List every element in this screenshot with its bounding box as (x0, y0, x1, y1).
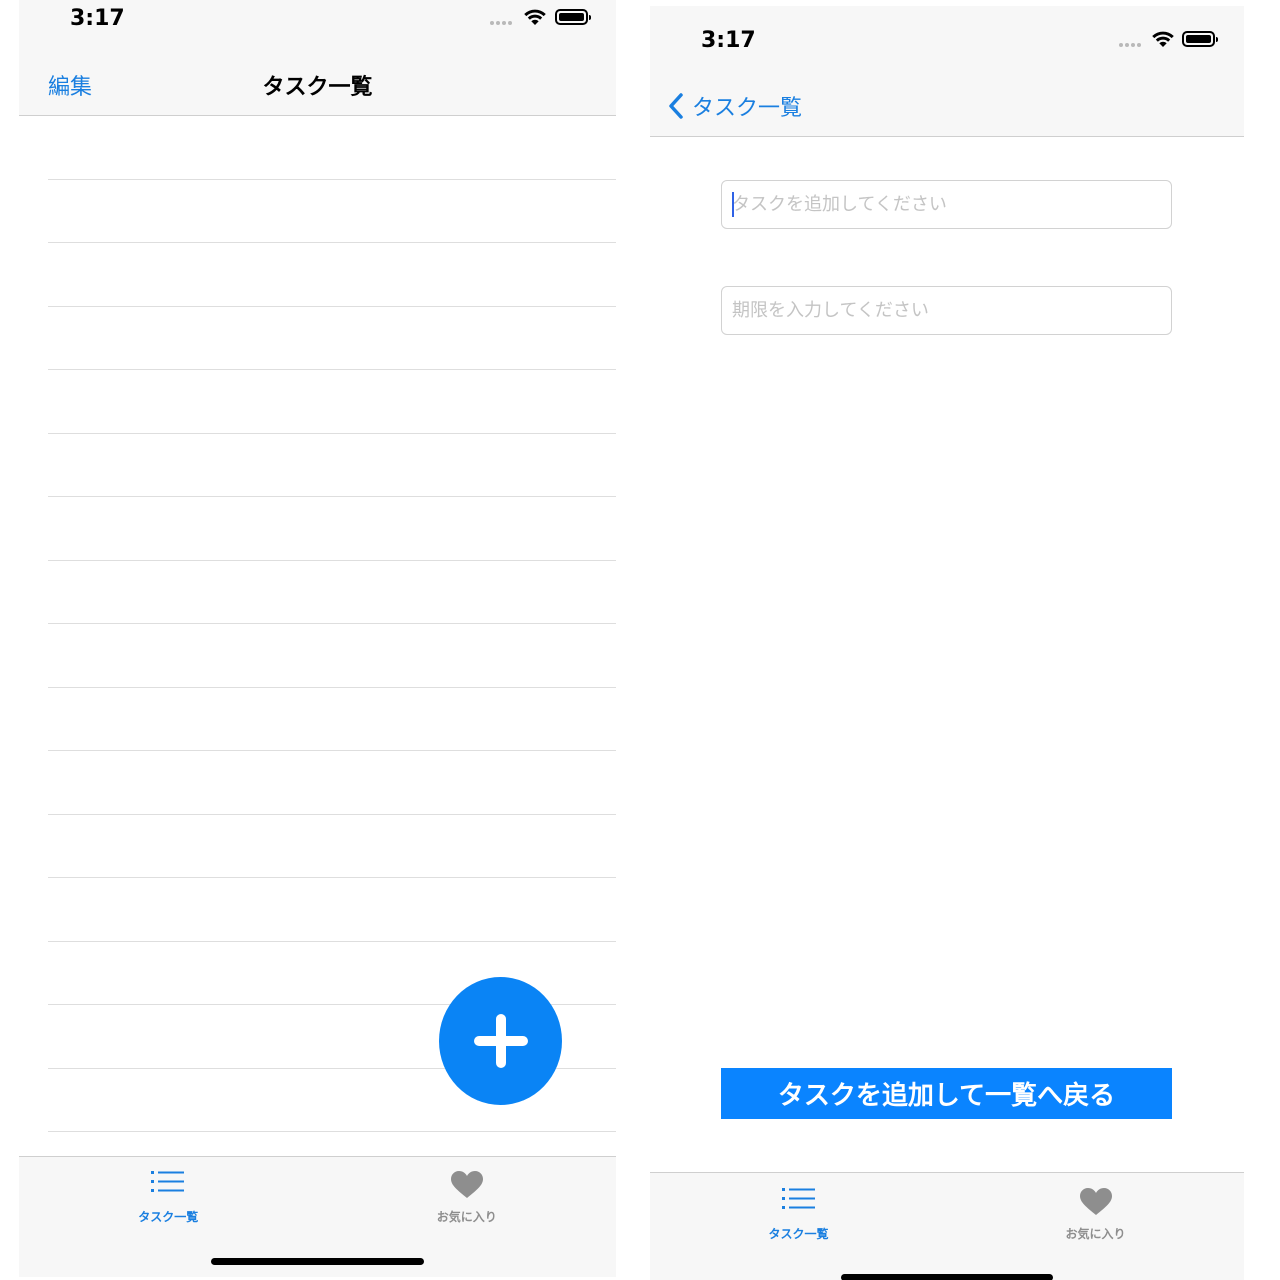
wifi-icon (524, 9, 546, 25)
battery-icon (1182, 31, 1218, 47)
table-row[interactable] (48, 815, 616, 878)
wifi-icon (1152, 31, 1174, 47)
heart-icon (450, 1171, 483, 1198)
add-task-screen: 3:17 タスク一覧 タスクを追加して一覧へ戻る タスク一覧 (650, 6, 1244, 1280)
tab-bar: タスク一覧 お気に入り (650, 1172, 1244, 1280)
cellular-signal-icon (1119, 43, 1141, 47)
tab-label: タスク一覧 (138, 1210, 199, 1224)
home-indicator (841, 1274, 1053, 1280)
task-list-screen: 3:17 編集 タスク一覧 タスク一覧 お気に入り (19, 0, 616, 1277)
table-row[interactable] (48, 561, 616, 624)
tab-favorites[interactable]: お気に入り (947, 1173, 1244, 1280)
list-icon (781, 1188, 815, 1209)
plus-icon (473, 1014, 528, 1068)
table-row[interactable] (48, 243, 616, 307)
table-row[interactable] (48, 497, 616, 561)
add-task-submit-button[interactable]: タスクを追加して一覧へ戻る (721, 1068, 1172, 1119)
battery-icon (555, 9, 591, 25)
table-row[interactable] (48, 624, 616, 688)
task-input[interactable] (721, 180, 1172, 229)
navigation-bar: タスク一覧 (650, 72, 1244, 137)
tab-bar: タスク一覧 お気に入り (19, 1156, 616, 1277)
back-button-label: タスク一覧 (692, 96, 803, 121)
tab-label: タスク一覧 (768, 1227, 829, 1241)
text-cursor (732, 192, 734, 217)
back-button[interactable]: タスク一覧 (668, 90, 802, 122)
add-task-button[interactable] (439, 977, 562, 1105)
table-row[interactable] (48, 688, 616, 751)
table-row[interactable] (48, 878, 616, 942)
table-row[interactable] (48, 307, 616, 370)
tab-label: お気に入り (1065, 1227, 1126, 1241)
heart-icon (1079, 1188, 1112, 1215)
table-row[interactable] (48, 370, 616, 434)
table-row[interactable] (48, 434, 616, 497)
table-row[interactable] (48, 116, 616, 180)
navigation-bar: 編集 タスク一覧 (19, 52, 616, 116)
status-time: 3:17 (70, 6, 125, 31)
tab-label: お気に入り (436, 1210, 497, 1224)
home-indicator (211, 1258, 424, 1265)
cellular-signal-icon (490, 21, 512, 25)
tab-task-list[interactable]: タスク一覧 (650, 1173, 947, 1280)
table-row[interactable] (48, 751, 616, 815)
chevron-left-icon (669, 93, 683, 119)
status-bar: 3:17 (650, 6, 1244, 72)
deadline-input[interactable] (721, 286, 1172, 335)
page-title: タスク一覧 (262, 75, 373, 100)
table-row[interactable] (48, 180, 616, 243)
status-time: 3:17 (701, 28, 756, 53)
list-icon (151, 1171, 185, 1192)
status-bar: 3:17 (19, 0, 616, 52)
